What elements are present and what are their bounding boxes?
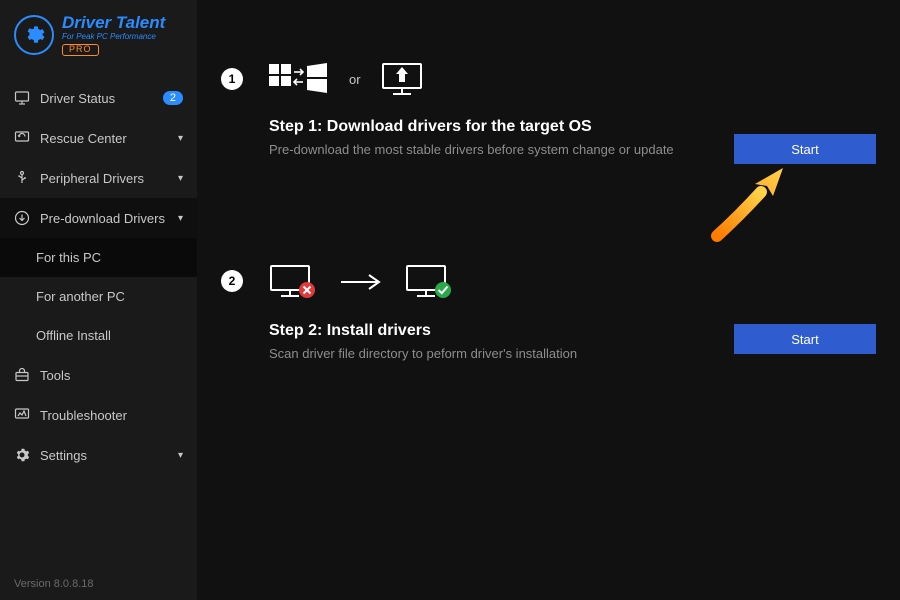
chevron-down-icon: ▾ [178, 133, 183, 144]
chevron-down-icon: ▾ [178, 450, 183, 461]
app-window: Driver Talent For Peak PC Performance PR… [0, 0, 900, 600]
start-step-2-button[interactable]: Start [734, 324, 876, 354]
gear-icon [14, 15, 54, 55]
toolbox-icon [14, 367, 30, 383]
sidebar-item-predownload-drivers[interactable]: Pre-download Drivers ▾ [0, 198, 197, 238]
sidebar-item-troubleshooter[interactable]: Troubleshooter [0, 395, 197, 435]
start-step-1-button[interactable]: Start [734, 134, 876, 164]
chevron-down-icon: ▾ [178, 213, 183, 224]
monitor-ok-icon [405, 264, 453, 300]
sidebar-item-label: Rescue Center [40, 131, 168, 146]
sidebar-item-label: Settings [40, 448, 168, 463]
content-area: 1 or Step 1: Download drivers for the ta… [197, 0, 900, 600]
step-2-desc: Scan driver file directory to peform dri… [269, 346, 708, 361]
step-1-title: Step 1: Download drivers for the target … [269, 118, 708, 136]
pro-badge: PRO [62, 44, 99, 56]
monitor-upload-icon [381, 62, 423, 96]
sidebar-item-label: Tools [40, 368, 183, 383]
sidebar-item-peripheral-drivers[interactable]: Peripheral Drivers ▾ [0, 158, 197, 198]
monitor-fail-icon [269, 264, 317, 300]
step-2: 2 Step 2: Install drivers [221, 264, 876, 361]
app-logo: Driver Talent For Peak PC Performance PR… [0, 0, 197, 68]
gear-icon [14, 447, 30, 463]
main-container: Driver Talent For Peak PC Performance PR… [0, 0, 900, 600]
step-1-desc: Pre-download the most stable drivers bef… [269, 142, 708, 157]
sidebar: Driver Talent For Peak PC Performance PR… [0, 0, 197, 600]
badge-count: 2 [163, 91, 183, 105]
sidebar-subitem-for-another-pc[interactable]: For another PC [0, 277, 197, 316]
pointer-arrow-icon [711, 162, 791, 242]
sidebar-item-tools[interactable]: Tools [0, 355, 197, 395]
download-icon [14, 210, 30, 226]
monitor-icon [14, 90, 30, 106]
sidebar-item-rescue-center[interactable]: Rescue Center ▾ [0, 118, 197, 158]
sidebar-item-settings[interactable]: Settings ▾ [0, 435, 197, 475]
sidebar-item-label: Troubleshooter [40, 408, 183, 423]
sidebar-item-label: Pre-download Drivers [40, 211, 168, 226]
os-switch-icon [269, 62, 329, 96]
brand-text: Driver Talent For Peak PC Performance PR… [62, 14, 165, 56]
version-text: Version 8.0.8.18 [0, 568, 197, 600]
brand-tagline: For Peak PC Performance [62, 33, 165, 42]
sidebar-item-driver-status[interactable]: Driver Status 2 [0, 78, 197, 118]
step-2-title: Step 2: Install drivers [269, 322, 708, 340]
step-body: Step 2: Install drivers Scan driver file… [269, 264, 708, 361]
step-1: 1 or Step 1: Download drivers for the ta… [221, 62, 876, 164]
brand-name: Driver Talent [62, 14, 165, 33]
sidebar-subitem-offline-install[interactable]: Offline Install [0, 316, 197, 355]
or-label: or [349, 72, 361, 87]
nav: Driver Status 2 Rescue Center ▾ Peripher… [0, 68, 197, 568]
troubleshoot-icon [14, 407, 30, 423]
arrow-right-icon [337, 272, 385, 292]
chevron-down-icon: ▾ [178, 173, 183, 184]
sidebar-item-label: Driver Status [40, 91, 153, 106]
step-1-icons: or [269, 62, 708, 96]
restore-icon [14, 130, 30, 146]
usb-icon [14, 170, 30, 186]
sidebar-subitem-for-this-pc[interactable]: For this PC [0, 238, 197, 277]
sidebar-item-label: Peripheral Drivers [40, 171, 168, 186]
step-body: or Step 1: Download drivers for the targ… [269, 62, 708, 157]
step-number: 1 [221, 68, 243, 90]
step-number: 2 [221, 270, 243, 292]
step-2-icons [269, 264, 708, 300]
